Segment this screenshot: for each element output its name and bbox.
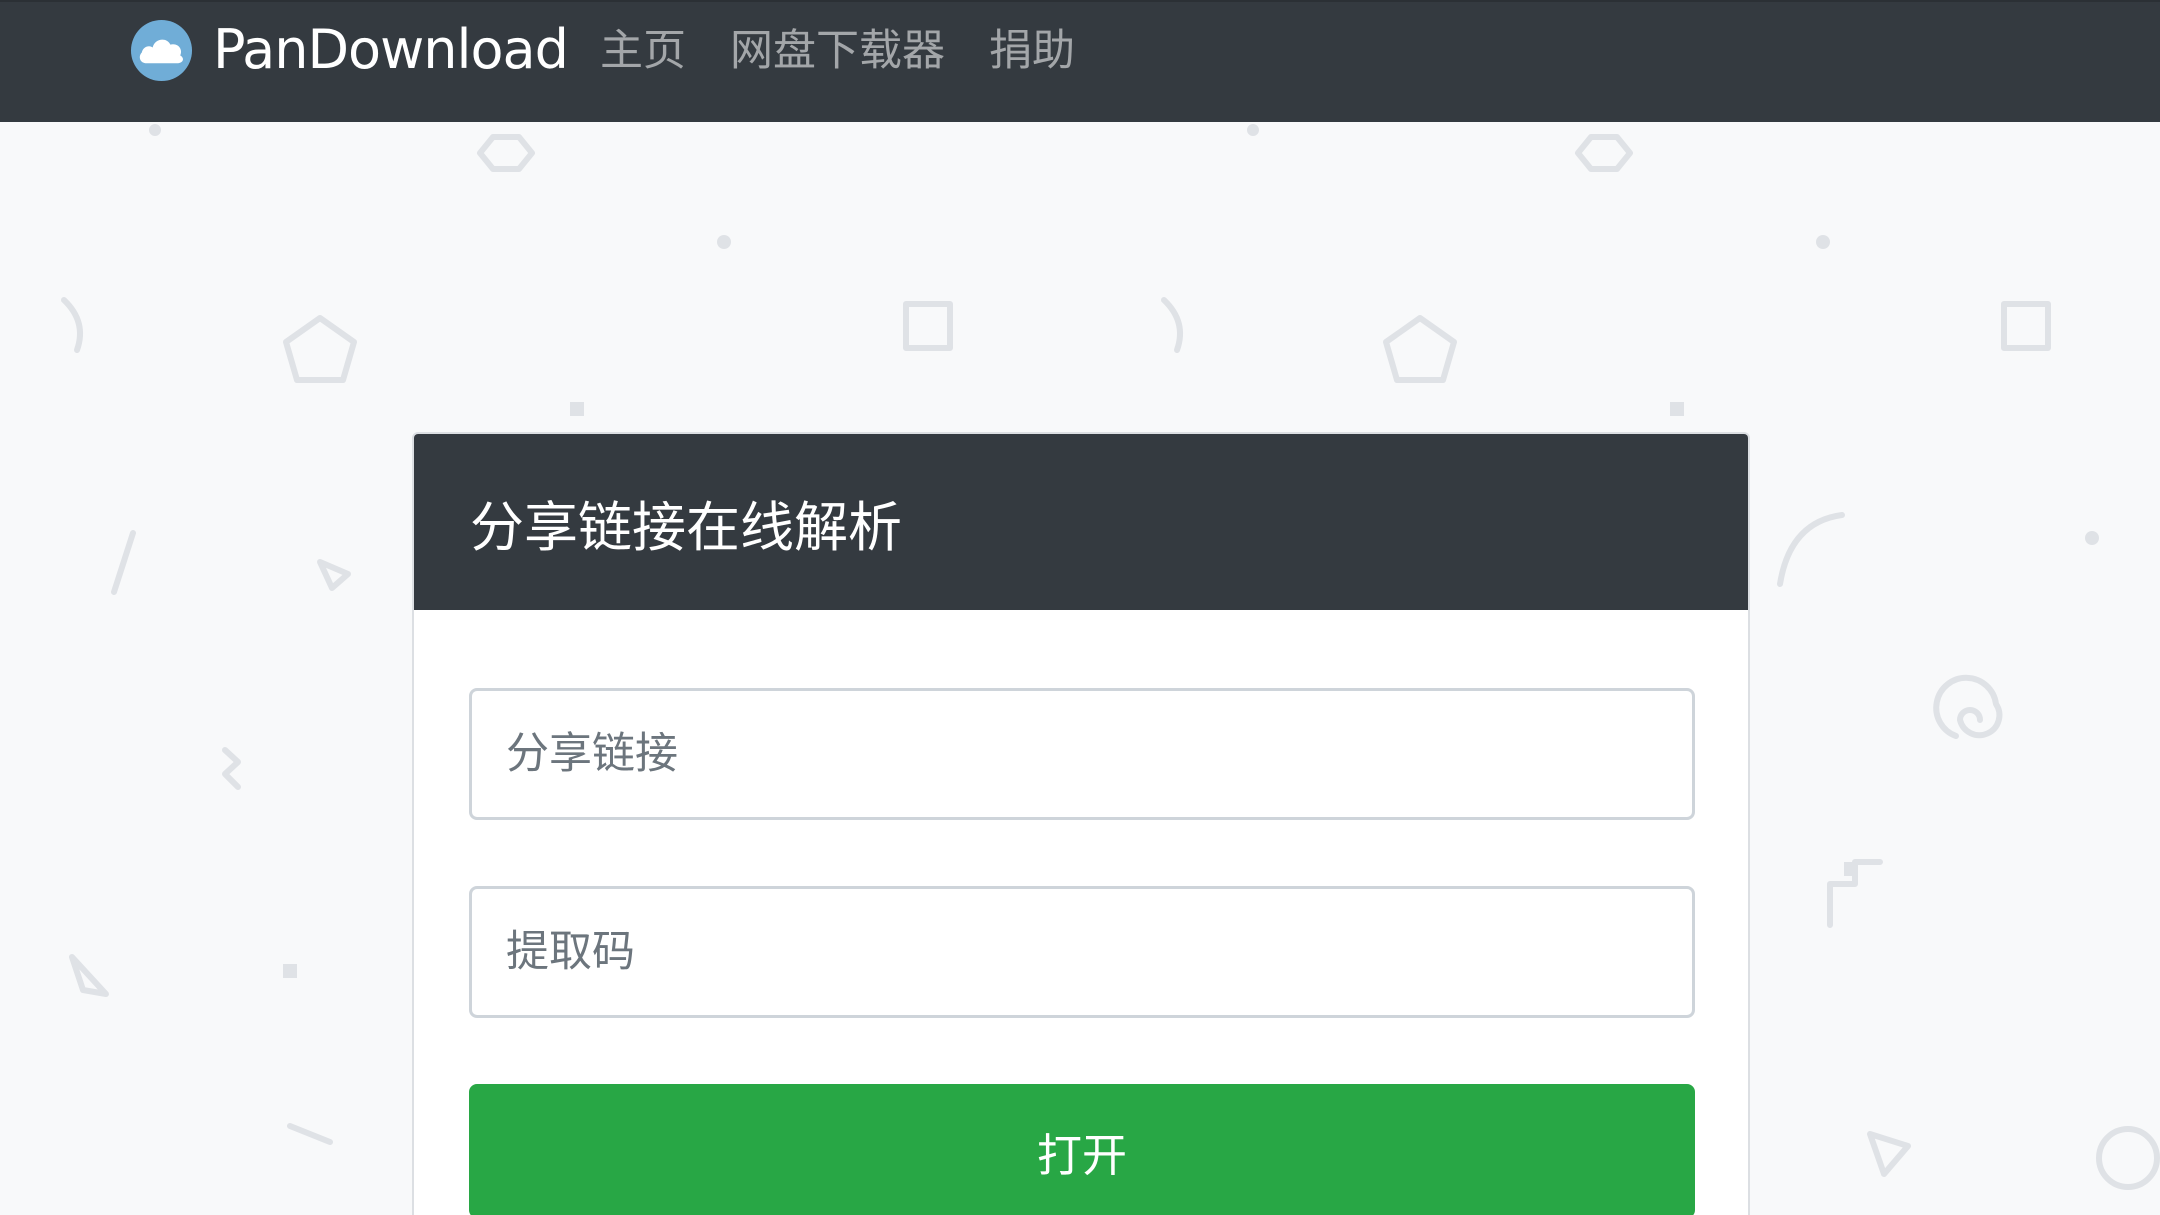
nav-link-downloader[interactable]: 网盘下载器 xyxy=(730,18,945,84)
nav-link-donate[interactable]: 捐助 xyxy=(989,18,1075,84)
share-link-parser-card: 分享链接在线解析 打开 xyxy=(412,432,1750,1215)
card-title: 分享链接在线解析 xyxy=(470,495,902,559)
brand-home-link[interactable]: PanDownload xyxy=(130,14,569,86)
card-header: 分享链接在线解析 xyxy=(414,434,1748,610)
cloud-icon xyxy=(130,19,193,81)
page: PanDownload 主页 网盘下载器 捐助 分享链接在线解析 分享链接 提取… xyxy=(0,0,2160,1215)
top-navbar: PanDownload 主页 网盘下载器 捐助 xyxy=(0,0,2160,122)
brand-name: PanDownload xyxy=(213,18,569,81)
share-link-input[interactable] xyxy=(469,688,1695,820)
open-button[interactable]: 打开 xyxy=(469,1084,1695,1215)
main-nav: 主页 网盘下载器 捐助 xyxy=(600,18,1075,84)
extract-code-input[interactable] xyxy=(469,886,1695,1018)
nav-link-home[interactable]: 主页 xyxy=(600,18,686,84)
